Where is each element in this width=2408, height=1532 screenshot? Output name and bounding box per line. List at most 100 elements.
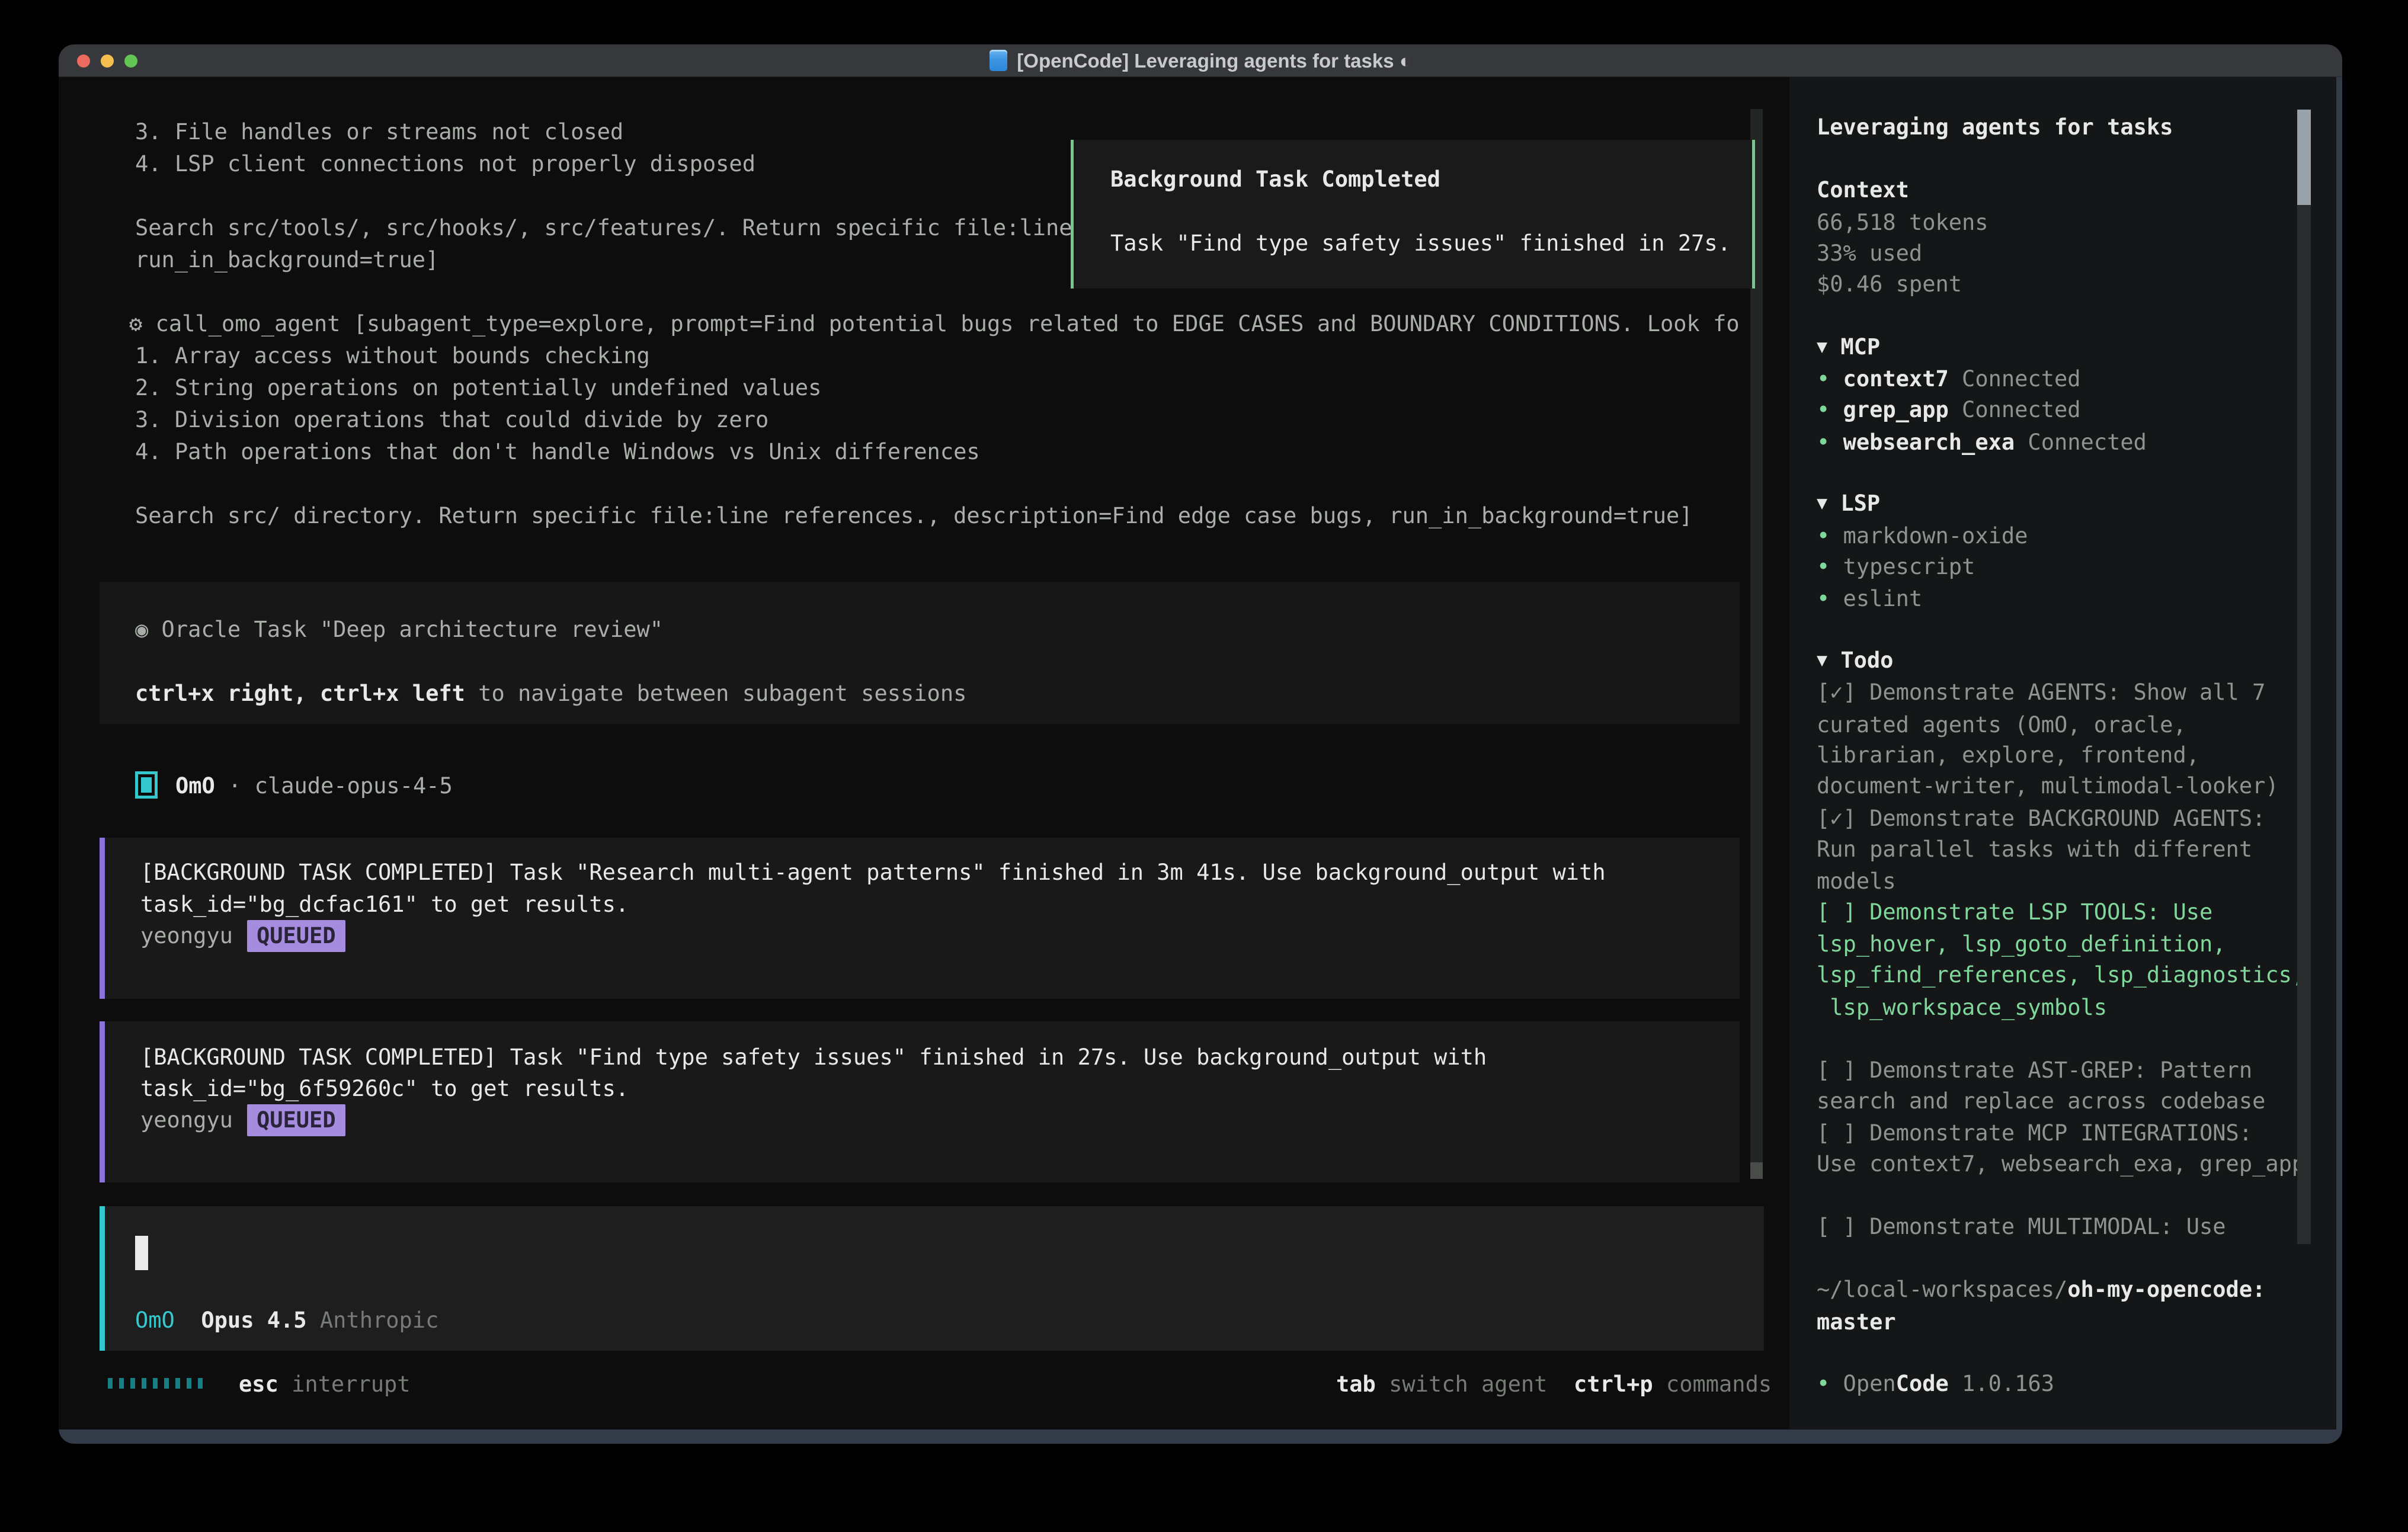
statusbar-right: tab switch agent ctrl+p commands	[1336, 1368, 1772, 1400]
todo-line: [✓] Demonstrate AGENTS: Show all 7	[1817, 677, 2265, 709]
todo-heading[interactable]: ▼ Todo	[1817, 645, 1893, 677]
input-model: Opus 4.5	[175, 1307, 307, 1333]
sidebar-scrollbar-thumb[interactable]	[2297, 110, 2311, 205]
document-icon	[990, 50, 1007, 71]
mcp-heading[interactable]: ▼ MCP	[1817, 331, 1880, 363]
todo-line-active: lsp_hover, lsp_goto_definition,	[1817, 928, 2226, 960]
mcp-item: • websearch_exa Connected	[1817, 427, 2147, 459]
minimize-button[interactable]	[101, 55, 114, 68]
todo-line: [✓] Demonstrate BACKGROUND AGENTS:	[1817, 803, 2265, 835]
version-line: • OpenCode 1.0.163	[1817, 1368, 2054, 1400]
window-frame-bottom	[59, 1430, 2342, 1444]
background-task-message: [BACKGROUND TASK COMPLETED] Task "Find t…	[100, 1021, 1740, 1182]
notification-toast: Background Task Completed Task "Find typ…	[1071, 140, 1755, 289]
status-dot-icon: •	[1817, 366, 1830, 392]
terminal-window: [OpenCode] Leveraging agents for tasks ◐…	[59, 44, 2342, 1444]
toast-title: Background Task Completed	[1110, 164, 1440, 195]
lsp-name: eslint	[1830, 586, 1922, 611]
todo-line-active: lsp_workspace_symbols	[1817, 992, 2107, 1024]
message-meta: yeongyu QUEUED	[140, 1104, 345, 1136]
message-line: [BACKGROUND TASK COMPLETED] Task "Resear…	[140, 857, 1606, 889]
maximize-button[interactable]	[124, 55, 137, 68]
hint-keys: ctrl+x right, ctrl+x left	[135, 681, 465, 706]
mcp-heading-label: MCP	[1827, 334, 1880, 360]
status-dot-icon: •	[1817, 554, 1830, 579]
screen: [OpenCode] Leveraging agents for tasks ◐…	[0, 0, 2408, 1532]
mcp-status: Connected	[1949, 397, 2081, 422]
todo-line: search and replace across codebase	[1817, 1085, 2265, 1117]
workspace-path-bold: oh-my-opencode:	[2067, 1277, 2265, 1302]
ctrlp-key-label: commands	[1653, 1371, 1772, 1397]
mcp-name: context7	[1830, 366, 1948, 392]
sidebar-title: Leveraging agents for tasks	[1817, 111, 2173, 143]
sidebar-scrollbar-track[interactable]	[2297, 110, 2311, 1244]
workspace-branch: master	[1817, 1306, 1896, 1338]
todo-line: [ ] Demonstrate MCP INTEGRATIONS:	[1817, 1117, 2252, 1149]
lsp-item: • eslint	[1817, 583, 1922, 615]
message-line: task_id="bg_dcfac161" to get results.	[140, 889, 629, 921]
statusbar-left: esc interrupt	[239, 1368, 411, 1400]
context-tokens: 66,518 tokens	[1817, 207, 1988, 239]
hint-rest: to navigate between subagent sessions	[465, 681, 966, 706]
tool-call-item: 2. String operations on potentially unde…	[135, 372, 821, 404]
mcp-item: • context7 Connected	[1817, 363, 2081, 395]
todo-line: document-writer, multimodal-looker)	[1817, 770, 2279, 802]
mcp-status: Connected	[2015, 430, 2147, 455]
todo-line: [ ] Demonstrate MULTIMODAL: Use	[1817, 1211, 2226, 1243]
terminal-content: 3. File handles or streams not closed 4.…	[59, 77, 2336, 1430]
background-task-message: [BACKGROUND TASK COMPLETED] Task "Resear…	[100, 838, 1740, 999]
scrollback-line: run_in_background=true]	[135, 244, 438, 276]
context-heading: Context	[1817, 174, 1909, 206]
tool-call-item: 3. Division operations that could divide…	[135, 404, 768, 436]
spinner-dots-icon	[108, 1378, 203, 1389]
tool-call-item: 4. Path operations that don't handle Win…	[135, 436, 980, 468]
gear-icon: ⚙	[129, 311, 142, 336]
oracle-title-text: Oracle Task "Deep architecture review"	[148, 617, 663, 642]
tab-key-hint: tab	[1336, 1371, 1376, 1397]
tool-call-tail: Search src/ directory. Return specific f…	[135, 500, 1693, 532]
status-dot-icon: •	[1817, 523, 1830, 549]
tab-key-label: switch agent	[1376, 1371, 1548, 1397]
status-dot-icon: •	[1817, 430, 1830, 455]
oracle-hint: ctrl+x right, ctrl+x left to navigate be…	[135, 678, 966, 710]
version-name-bold: Code	[1896, 1371, 1949, 1396]
lsp-heading-label: LSP	[1827, 491, 1880, 516]
lsp-heading[interactable]: ▼ LSP	[1817, 488, 1880, 520]
window-frame-right	[2336, 77, 2342, 1430]
scrollback-line: 3. File handles or streams not closed	[135, 116, 623, 148]
context-spent: $0.46 spent	[1817, 268, 1962, 300]
esc-key-label: interrupt	[278, 1371, 411, 1397]
agent-square-icon	[135, 771, 158, 799]
titlebar[interactable]: [OpenCode] Leveraging agents for tasks ◐	[59, 44, 2342, 77]
todo-line: librarian, explore, frontend,	[1817, 739, 2199, 771]
status-dot-icon: •	[1817, 586, 1830, 611]
workspace-path: ~/local-workspaces/oh-my-opencode:	[1817, 1274, 2265, 1306]
todo-line: curated agents (OmO, oracle,	[1817, 709, 2186, 741]
version-name-dim: Open	[1830, 1371, 1895, 1396]
status-badge: QUEUED	[247, 920, 345, 952]
message-author: yeongyu	[140, 923, 233, 948]
tool-call-line: ⚙ call_omo_agent [subagent_type=explore,…	[129, 308, 1741, 340]
message-author: yeongyu	[140, 1107, 233, 1133]
status-dot-icon: •	[1817, 1371, 1830, 1396]
tool-call-item: 1. Array access without bounds checking	[135, 340, 650, 372]
sidebar: Leveraging agents for tasks Context 66,5…	[1789, 77, 2336, 1430]
toast-body: Task "Find type safety issues" finished …	[1110, 227, 1731, 259]
input-model-line: OmO Opus 4.5 Anthropic	[135, 1305, 438, 1337]
chevron-down-icon: ▼	[1817, 650, 1827, 671]
todo-line: Use context7, websearch_exa, grep_app	[1817, 1148, 2305, 1180]
mcp-name: grep_app	[1830, 397, 1948, 422]
message-line: task_id="bg_6f59260c" to get results.	[140, 1073, 629, 1105]
status-dot-icon: •	[1817, 397, 1830, 422]
chevron-down-icon: ▼	[1817, 493, 1827, 514]
tool-call-head: call_omo_agent [subagent_type=explore, p…	[142, 311, 1741, 336]
session-agent: OmO	[175, 773, 215, 799]
main-scrollbar-thumb[interactable]	[1750, 1162, 1763, 1179]
todo-line: [ ] Demonstrate AST-GREP: Pattern	[1817, 1055, 2252, 1086]
scrollback-line: 4. LSP client connections not properly d…	[135, 148, 755, 180]
status-badge: QUEUED	[247, 1104, 345, 1136]
text-cursor	[135, 1236, 148, 1270]
close-button[interactable]	[77, 55, 90, 68]
record-icon: ◉	[135, 617, 148, 642]
session-header[interactable]: OmO · claude-opus-4-5	[175, 770, 453, 802]
